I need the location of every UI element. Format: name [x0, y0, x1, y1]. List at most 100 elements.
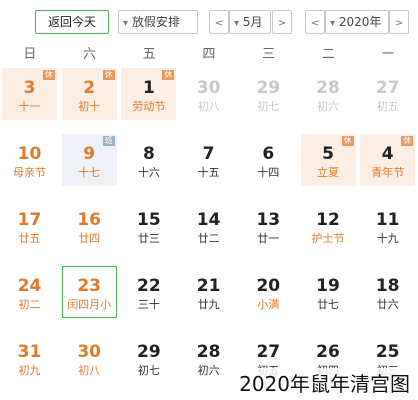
chevron-down-icon: ▾ — [234, 18, 240, 29]
calendar-day-cell[interactable]: 11 十九 — [360, 200, 415, 252]
lunar-date: 十九 — [376, 232, 399, 245]
holiday-badge: 休 — [162, 70, 175, 80]
day-number: 25 — [375, 342, 400, 362]
calendar-day-cell[interactable]: 24 初二 — [2, 266, 57, 318]
calendar-day-cell[interactable]: 10 母亲节 — [2, 134, 57, 186]
holiday-badge: 休 — [43, 70, 55, 80]
lunar-date: 初六 — [197, 364, 220, 377]
calendar-day-cell[interactable]: 30 初八 — [181, 68, 236, 120]
calendar-day-cell[interactable]: 8 十六 — [121, 134, 176, 186]
calendar-day-cell[interactable]: 14 廿二 — [181, 200, 236, 252]
day-number: 26 — [316, 342, 340, 362]
calendar-day-cell[interactable]: 29 初七 — [121, 332, 176, 384]
lunar-date: 初七 — [257, 100, 280, 113]
holiday-badge: 休 — [341, 136, 354, 146]
calendar-day-cell[interactable]: 16 廿四 — [62, 200, 117, 252]
day-number: 8 — [142, 144, 155, 164]
lunar-date: 初九 — [18, 364, 41, 377]
lunar-date: 廿三 — [137, 232, 160, 245]
calendar-day-cell[interactable]: 27 初五 — [360, 68, 415, 120]
lunar-date: 青年节 — [371, 166, 405, 179]
calendar-day-cell[interactable]: 21 廿九 — [181, 266, 236, 318]
calendar-day-cell[interactable]: 28 初六 — [181, 332, 236, 384]
calendar-day-cell[interactable]: 30 初八 — [62, 332, 117, 384]
lunar-date: 护士节 — [311, 232, 345, 245]
day-number: 28 — [316, 78, 340, 98]
year-next-button[interactable]: > — [389, 10, 409, 34]
lunar-date: 初十 — [78, 100, 101, 113]
lunar-date: 十五 — [197, 166, 220, 179]
calendar-day-cell[interactable]: 6 十四 — [241, 134, 296, 186]
calendar-day-cell[interactable]: 3 十一休 — [2, 68, 57, 120]
calendar-day-cell[interactable]: 5 立夏休 — [300, 134, 356, 186]
holiday-badge: 休 — [401, 136, 414, 146]
calendar-day-cell[interactable]: 31 初九 — [2, 332, 57, 384]
calendar-day-cell[interactable]: 29 初七 — [241, 68, 296, 120]
calendar-day-cell[interactable]: 23 闰四月小 — [61, 266, 117, 318]
calendar-day-cell[interactable]: 20 小满 — [241, 266, 296, 318]
lunar-date: 十七 — [78, 166, 101, 179]
lunar-date: 廿九 — [197, 298, 220, 311]
lunar-date: 劳动节 — [132, 100, 166, 113]
day-number: 16 — [77, 210, 102, 230]
day-number: 24 — [17, 276, 42, 296]
day-number: 14 — [196, 210, 221, 230]
chevron-left-icon: < — [310, 18, 320, 29]
day-number: 18 — [375, 276, 400, 296]
lunar-date: 十四 — [257, 166, 280, 179]
day-number: 12 — [316, 210, 340, 230]
month-next-button[interactable]: > — [272, 10, 292, 34]
month-value: 5月 — [242, 15, 263, 29]
calendar-day-cell[interactable]: 1 劳动节休 — [121, 68, 177, 120]
calendar-day-cell[interactable]: 12 护士节 — [301, 200, 356, 252]
day-number: 13 — [256, 210, 281, 230]
lunar-date: 初七 — [137, 364, 160, 377]
day-number: 30 — [196, 78, 221, 98]
day-number: 27 — [375, 78, 400, 98]
calendar-day-cell[interactable]: 17 廿五 — [2, 200, 57, 252]
month-prev-button[interactable]: < — [209, 10, 229, 34]
holiday-schedule-select[interactable]: ▾ 放假安排 — [118, 10, 198, 34]
year-prev-button[interactable]: < — [305, 10, 325, 34]
lunar-date: 小满 — [257, 298, 280, 311]
weekday-label: 二 — [321, 47, 335, 62]
holiday-badge: 休 — [102, 70, 115, 80]
calendar-toolbar: 返回今天 ▾ 放假安排 < ▾ 5月 > < ▾ 2020年 > — [0, 10, 418, 36]
year-select[interactable]: ▾ 2020年 — [325, 10, 389, 34]
day-number: 19 — [316, 276, 340, 296]
lunar-date: 十一 — [18, 100, 41, 113]
lunar-date: 廿二 — [197, 232, 220, 245]
day-number: 20 — [256, 276, 281, 296]
chevron-right-icon: > — [394, 18, 404, 29]
lunar-date: 廿七 — [317, 298, 339, 311]
calendar-day-cell[interactable]: 9 十七班 — [61, 134, 117, 186]
lunar-date: 初八 — [197, 100, 220, 113]
weekday-label: 五 — [142, 47, 156, 62]
calendar-day-cell[interactable]: 15 廿三 — [121, 200, 176, 252]
day-number: 21 — [196, 276, 221, 296]
back-to-today-button[interactable]: 返回今天 — [35, 10, 109, 34]
chevron-down-icon: ▾ — [123, 18, 129, 29]
lunar-date: 初八 — [78, 364, 101, 377]
calendar-day-cell[interactable]: 28 初六 — [301, 68, 356, 120]
day-number: 30 — [77, 342, 102, 362]
lunar-date: 闰四月小 — [67, 298, 112, 311]
calendar-day-cell[interactable]: 13 廿一 — [241, 200, 296, 252]
weekday-label: 四 — [202, 47, 216, 62]
calendar-day-cell[interactable]: 4 青年节休 — [360, 134, 416, 186]
lunar-date: 初六 — [317, 100, 339, 113]
calendar-day-cell[interactable]: 2 初十休 — [61, 68, 117, 120]
lunar-date: 立夏 — [317, 166, 339, 179]
lunar-date: 母亲节 — [13, 166, 46, 179]
day-number: 22 — [137, 276, 161, 296]
calendar-day-cell[interactable]: 22 三十 — [121, 266, 176, 318]
lunar-date: 廿四 — [78, 232, 101, 245]
calendar-day-cell[interactable]: 18 廿六 — [360, 266, 415, 318]
day-number: 7 — [202, 144, 215, 164]
calendar-day-cell[interactable]: 19 廿七 — [301, 266, 356, 318]
calendar-day-cell[interactable]: 7 十五 — [181, 134, 236, 186]
day-number: 15 — [137, 210, 161, 230]
day-number: 31 — [17, 342, 42, 362]
workday-badge: 班 — [102, 136, 115, 146]
month-select[interactable]: ▾ 5月 — [229, 10, 271, 34]
